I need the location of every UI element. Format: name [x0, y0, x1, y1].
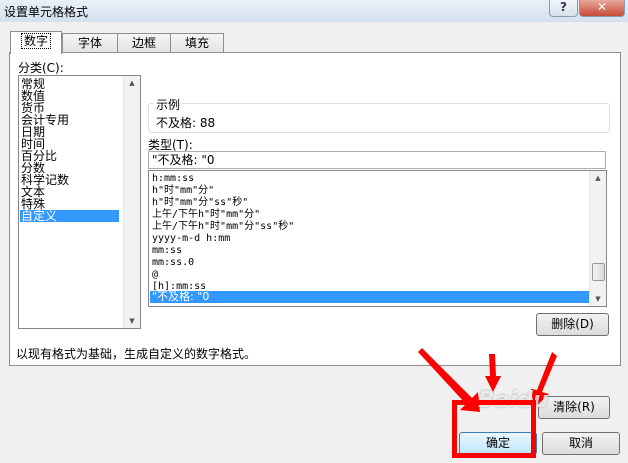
category-list[interactable]: 常规 数值 货币 会计专用 日期 时间 百分比 分数 科学记数 文本 特殊 自定…	[18, 75, 141, 329]
scroll-down-arrow-icon[interactable]: ▼	[124, 314, 140, 328]
number-tab-panel: 分类(C): 常规 数值 货币 会计专用 日期 时间 百分比 分数 科学记数 文…	[9, 52, 621, 366]
scroll-up-arrow-icon[interactable]: ▲	[590, 171, 606, 185]
type-list[interactable]: h:mm:ss h"时"mm"分" h"时"mm"分"ss"秒" 上午/下午h"…	[148, 170, 607, 307]
category-scrollbar[interactable]: ▲ ▼	[123, 76, 140, 328]
tab-number[interactable]: 数字	[10, 31, 62, 54]
tab-border[interactable]: 边框	[117, 33, 171, 53]
format-item[interactable]: mm:ss.0	[150, 257, 194, 269]
sample-value: 不及格: 88	[156, 116, 216, 130]
delete-button[interactable]: 删除(D)	[536, 313, 609, 336]
format-item[interactable]: @	[150, 269, 158, 281]
scroll-up-arrow-icon[interactable]: ▲	[124, 76, 140, 90]
title-bar: 设置单元格格式 ? ✕	[0, 0, 628, 22]
format-item[interactable]: 上午/下午h"时"mm"分"	[150, 209, 260, 221]
format-item[interactable]: yyyy-m-d h:mm	[150, 233, 230, 245]
type-scrollbar[interactable]: ▲ ▼	[589, 171, 606, 306]
tab-fill[interactable]: 填充	[170, 33, 224, 53]
cancel-button[interactable]: 取消	[542, 432, 620, 455]
format-description: 以现有格式为基础，生成自定义的数字格式。	[16, 347, 257, 361]
close-button[interactable]: ✕	[579, 0, 625, 17]
tab-font[interactable]: 字体	[62, 33, 118, 53]
type-input[interactable]: "不及格: "0	[148, 151, 606, 169]
highlight-box	[452, 400, 536, 458]
format-item[interactable]: h"时"mm"分"	[150, 185, 214, 197]
dialog-title: 设置单元格格式	[4, 5, 89, 19]
format-item[interactable]: 上午/下午h"时"mm"分"ss"秒"	[150, 221, 294, 233]
format-item[interactable]: mm:ss	[150, 245, 182, 257]
format-item-selected[interactable]: "不及格: "0	[150, 291, 590, 303]
scroll-down-arrow-icon[interactable]: ▼	[590, 292, 606, 306]
sample-label: 示例	[154, 96, 183, 113]
tab-label: 数字	[20, 33, 51, 49]
category-item-selected[interactable]: 自定义	[20, 210, 119, 222]
sample-group	[148, 103, 610, 133]
help-button[interactable]: ?	[549, 0, 578, 17]
format-item[interactable]: h"时"mm"分"ss"秒"	[150, 197, 248, 209]
format-item[interactable]: h:mm:ss	[150, 173, 194, 185]
category-label: 分类(C):	[18, 61, 64, 75]
scroll-thumb[interactable]	[592, 263, 605, 281]
